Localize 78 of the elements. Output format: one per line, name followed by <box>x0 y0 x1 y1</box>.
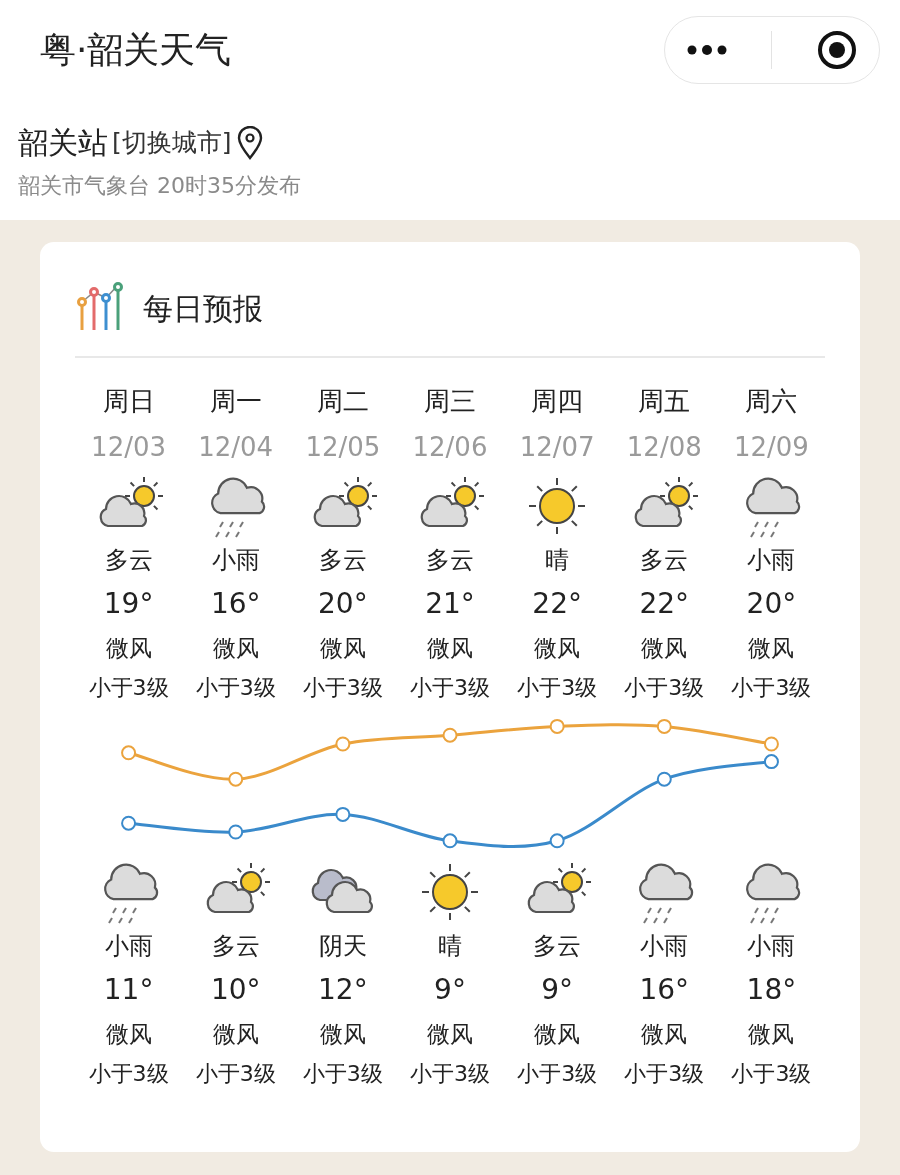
temperature: 16° <box>209 586 262 622</box>
wind-description: 微风 <box>533 1020 582 1049</box>
wind-description: 微风 <box>747 1020 796 1049</box>
date-label: 12/03 <box>90 431 168 464</box>
publish-info: 韶关市气象台 20时35分发布 <box>18 172 302 200</box>
wind-description: 微风 <box>533 634 582 663</box>
temperature: 9° <box>540 972 575 1008</box>
switch-city-link[interactable]: [切换城市] <box>112 123 232 162</box>
weekday-label: 周四 <box>530 385 585 418</box>
wind-level: 小于3级 <box>301 674 384 702</box>
weather-condition: 多云 <box>210 931 261 962</box>
wind-level: 小于3级 <box>87 1060 170 1088</box>
wind-level: 小于3级 <box>730 1060 813 1088</box>
wind-description: 微风 <box>426 634 474 663</box>
date-label: 12/08 <box>625 431 703 464</box>
wind-level: 小于3级 <box>623 674 706 702</box>
weekday-label: 周三 <box>423 385 477 418</box>
temperature: 10° <box>209 972 262 1008</box>
date-label: 12/05 <box>304 431 382 464</box>
temperature: 22° <box>638 586 691 622</box>
wind-level: 小于3级 <box>301 1060 384 1088</box>
weather-condition: 小雨 <box>746 931 797 962</box>
wind-description: 微风 <box>104 1020 153 1049</box>
wind-description: 微风 <box>104 634 153 663</box>
weather-condition: 晴 <box>544 545 571 576</box>
wind-description: 微风 <box>211 634 260 663</box>
weather-condition: 小雨 <box>639 931 690 962</box>
wind-description: 微风 <box>211 1020 260 1049</box>
weather-condition: 小雨 <box>746 545 797 576</box>
wind-description: 微风 <box>318 1020 367 1049</box>
temperature: 19° <box>102 586 155 622</box>
wind-level: 小于3级 <box>623 1060 706 1088</box>
temperature: 20° <box>745 586 798 622</box>
weather-condition: 晴 <box>437 931 463 962</box>
weekday-label: 周一 <box>208 385 263 418</box>
wind-description: 微风 <box>640 634 689 663</box>
section-title: 每日预报 <box>143 289 263 328</box>
weather-condition: 多云 <box>103 545 154 576</box>
wind-description: 微风 <box>747 634 796 663</box>
weekday-label: 周二 <box>315 385 370 418</box>
page-title: 粤·韶关天气 <box>40 28 232 72</box>
weather-condition: 多云 <box>532 931 583 962</box>
wind-level: 小于3级 <box>409 1060 491 1088</box>
temperature: 11° <box>102 972 155 1008</box>
station-name: 韶关站 <box>18 124 108 162</box>
date-label: 12/09 <box>732 431 810 464</box>
wind-level: 小于3级 <box>87 674 170 702</box>
temperature: 9° <box>433 972 467 1008</box>
temperature: 16° <box>638 972 691 1008</box>
wind-level: 小于3级 <box>516 1060 599 1088</box>
close-icon[interactable] <box>816 30 857 70</box>
wind-description: 微风 <box>426 1020 474 1049</box>
temperature: 18° <box>745 972 798 1008</box>
weather-condition: 阴天 <box>317 931 368 962</box>
wind-level: 小于3级 <box>409 674 491 702</box>
temperature: 20° <box>317 586 369 622</box>
date-label: 12/06 <box>411 431 489 464</box>
weather-condition: 小雨 <box>210 545 261 576</box>
wind-level: 小于3级 <box>516 674 599 702</box>
temperature: 22° <box>531 586 583 622</box>
more-icon[interactable] <box>687 44 728 56</box>
weekday-label: 周六 <box>744 385 799 418</box>
wind-level: 小于3级 <box>730 674 813 702</box>
location-pin-icon[interactable] <box>235 125 264 160</box>
temperature: 12° <box>317 972 369 1008</box>
date-label: 12/04 <box>197 431 275 464</box>
wind-description: 微风 <box>640 1020 689 1049</box>
wind-description: 微风 <box>318 634 367 663</box>
weekday-label: 周五 <box>637 385 692 418</box>
weather-condition: 多云 <box>425 545 475 576</box>
date-label: 12/07 <box>518 431 596 464</box>
temperature: 21° <box>424 586 476 622</box>
weather-condition: 多云 <box>317 545 368 576</box>
wind-level: 小于3级 <box>194 1060 277 1088</box>
weather-condition: 小雨 <box>103 931 154 962</box>
wind-level: 小于3级 <box>194 674 277 702</box>
weekday-label: 周日 <box>101 385 156 418</box>
weather-condition: 多云 <box>639 545 690 576</box>
